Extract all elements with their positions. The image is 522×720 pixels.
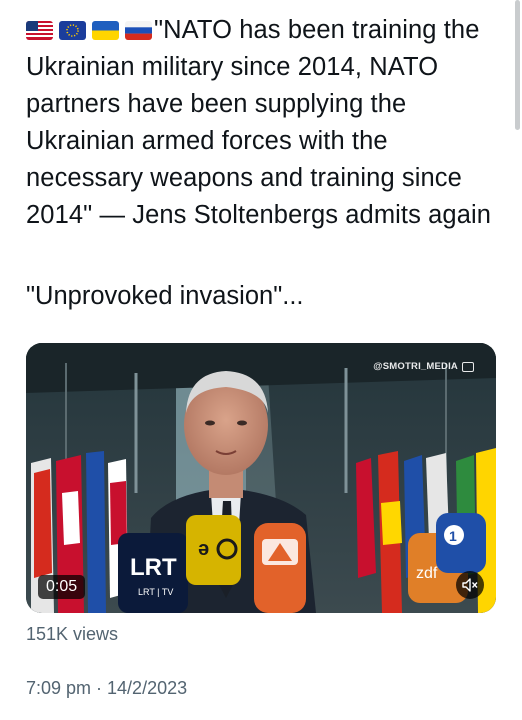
video-player[interactable]: ə zdf 1 LRT LRT | TV @SMOTRI_MEDIA 0:05 [26, 343, 496, 613]
mute-button[interactable] [456, 571, 484, 599]
speaker-muted-icon [462, 578, 478, 592]
mic-label-lrt-tv: LRT | TV [138, 587, 173, 597]
svg-text:ə: ə [198, 538, 209, 560]
svg-text:zdf: zdf [416, 565, 438, 582]
flag-emojis [26, 21, 152, 40]
video-watermark: @SMOTRI_MEDIA [373, 361, 474, 372]
tweet-text: "NATO has been training the Ukrainian mi… [26, 12, 506, 234]
scrollbar[interactable] [515, 0, 520, 130]
tweet-timestamp[interactable]: 7:09 pm · 14/2/2023 [26, 678, 187, 699]
ukraine-flag-icon [92, 21, 119, 40]
mic-label-lrt: LRT [130, 554, 177, 581]
watermark-text: @SMOTRI_MEDIA [373, 361, 458, 372]
russia-flag-icon [125, 21, 152, 40]
us-flag-icon [26, 21, 53, 40]
eu-flag-icon [59, 21, 86, 40]
video-frame: ə zdf 1 LRT LRT | TV [26, 343, 496, 613]
watermark-icon [462, 361, 474, 372]
svg-text:1: 1 [449, 528, 457, 544]
views-count[interactable]: 151K views [26, 624, 118, 645]
tweet-body: "NATO has been training the Ukrainian mi… [26, 16, 492, 229]
tweet-text-second: "Unprovoked invasion"... [26, 282, 304, 310]
video-duration: 0:05 [38, 575, 86, 599]
